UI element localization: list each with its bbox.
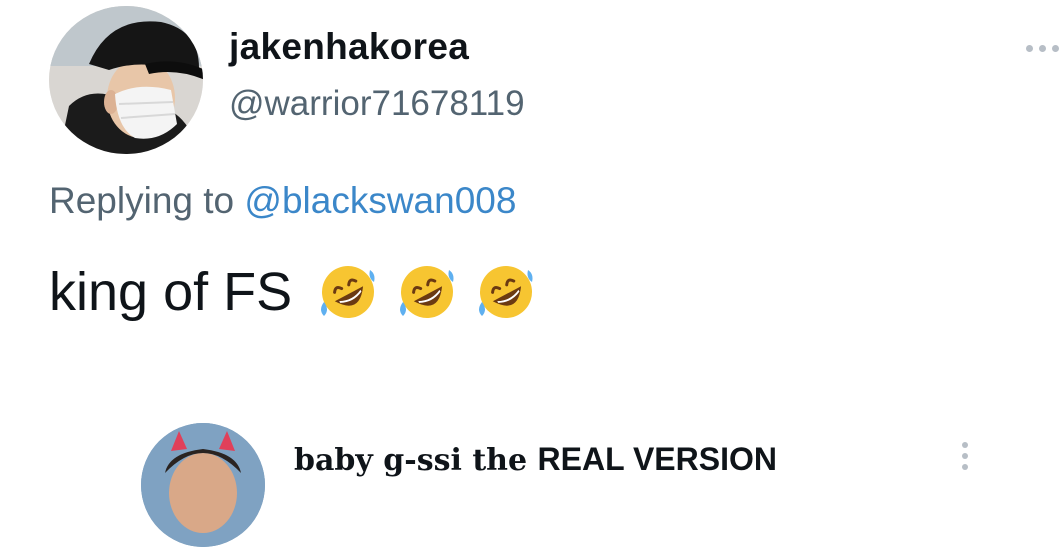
tweet-text-content: king of FS: [49, 262, 293, 322]
next-display-name[interactable]: baby g-ssi the REAL VERSION: [294, 441, 777, 478]
more-vertical-icon[interactable]: [960, 442, 970, 478]
dot: [1052, 44, 1059, 52]
more-horizontal-icon[interactable]: [1026, 38, 1064, 58]
dot: [1039, 44, 1046, 52]
rolling-laughing-emoji-icon: [479, 265, 533, 318]
rolling-laughing-emoji-icon: [400, 265, 454, 318]
replying-to: Replying to @blackswan008: [49, 180, 516, 222]
next-display-name-serif: baby g-ssi the: [294, 443, 538, 478]
reply-prefix: Replying to: [49, 180, 245, 221]
dot: [962, 453, 968, 459]
display-name[interactable]: jakenhakorea: [229, 26, 469, 68]
next-user-avatar[interactable]: [141, 423, 265, 547]
next-display-name-sans: REAL VERSION: [537, 441, 777, 477]
avatar-image: [141, 423, 265, 547]
dot: [1026, 44, 1033, 52]
emoji-group: [314, 258, 540, 326]
dot: [962, 464, 968, 470]
user-avatar[interactable]: [49, 6, 203, 154]
tweet-text: king of FS: [49, 258, 540, 326]
rolling-laughing-emoji-icon: [321, 265, 375, 318]
dot: [962, 442, 968, 448]
reply-mention-link[interactable]: @blackswan008: [244, 180, 516, 221]
avatar-image: [49, 6, 203, 154]
user-handle[interactable]: @warrior71678119: [229, 84, 525, 124]
